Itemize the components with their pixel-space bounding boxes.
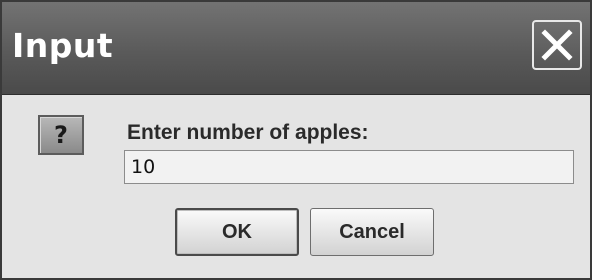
- input-dialog: Input ? Enter number of apples: OK Cance…: [0, 0, 592, 280]
- title-bar[interactable]: Input: [2, 2, 590, 95]
- apples-input[interactable]: [124, 150, 574, 184]
- question-icon: ?: [38, 115, 84, 155]
- prompt-label: Enter number of apples:: [127, 121, 369, 144]
- ok-button[interactable]: OK: [175, 208, 299, 256]
- dialog-title: Input: [12, 26, 114, 65]
- close-button[interactable]: [532, 20, 582, 70]
- cancel-button[interactable]: Cancel: [310, 208, 434, 256]
- close-icon: [541, 29, 573, 61]
